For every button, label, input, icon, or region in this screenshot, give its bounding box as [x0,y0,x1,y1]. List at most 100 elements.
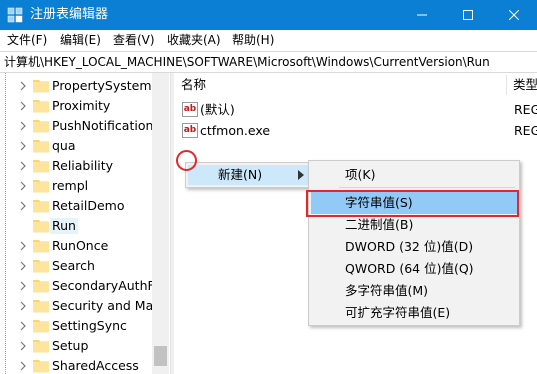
window-title: 注册表编辑器 [30,7,109,22]
chevron-right-icon[interactable] [19,261,27,271]
chevron-right-icon[interactable] [19,341,27,351]
tree-item-label: PushNotifications [52,118,152,133]
submenu-arrow-icon [298,170,304,180]
folder-icon [33,140,49,153]
folder-icon [33,280,49,293]
folder-icon [33,180,49,193]
chevron-right-icon[interactable] [19,301,27,311]
address-bar[interactable]: 计算机\HKEY_LOCAL_MACHINE\SOFTWARE\Microsof… [0,51,537,73]
tree-item-label: RetailDemo [52,198,125,213]
menu-item-label: 新建(N) [218,167,263,182]
folder-icon [33,260,49,273]
tree-item[interactable]: RetailDemo [0,196,152,216]
title-bar: 注册表编辑器 [0,0,537,30]
menu-view[interactable]: 查看(V) [113,33,155,48]
submenu-item-dword-value[interactable]: DWORD (32 位)值(D) [311,236,517,258]
folder-icon [33,240,49,253]
maximize-icon [463,10,473,20]
new-submenu: 项(K) 字符串值(S) 二进制值(B) DWORD (32 位)值(D) QW… [308,160,520,326]
tree-item[interactable]: SharedAccess [0,356,152,374]
close-icon [509,10,519,20]
minimize-button[interactable] [399,0,445,30]
chevron-right-icon[interactable] [19,281,27,291]
menu-file[interactable]: 文件(F) [7,33,47,48]
value-name: ctfmon.exe [200,123,271,138]
tree-item-label: Security and Main [52,298,152,313]
tree-item[interactable]: RunOnce [0,236,152,256]
minimize-icon [417,14,427,16]
chevron-right-icon[interactable] [19,241,27,251]
menu-favorites[interactable]: 收藏夹(A) [167,33,221,48]
chevron-right-icon[interactable] [19,201,27,211]
folder-icon [33,160,49,173]
menu-item-label: 字符串值(S) [345,195,413,210]
tree-item-run-selected[interactable]: Run [0,216,152,236]
tree-item[interactable]: rempl [0,176,152,196]
menu-item-label: 项(K) [345,167,376,182]
submenu-item-binary-value[interactable]: 二进制值(B) [311,214,517,236]
chevron-right-icon[interactable] [19,361,27,371]
menu-help[interactable]: 帮助(H) [232,33,274,48]
folder-icon [33,120,49,133]
column-header-name[interactable]: 名称 [174,73,206,97]
tree-item-label: SettingSync [52,318,127,333]
address-path[interactable]: 计算机\HKEY_LOCAL_MACHINE\SOFTWARE\Microsof… [4,55,490,70]
folder-icon [33,220,49,233]
column-header-type[interactable]: 类型 [506,73,537,97]
menu-item-label: 多字符串值(M) [345,283,429,298]
chevron-right-icon[interactable] [19,101,27,111]
tree-item[interactable]: Reliability [0,156,152,176]
menu-item-label: QWORD (64 位)值(Q) [345,261,474,276]
scrollbar-thumb[interactable] [154,346,167,366]
maximize-button[interactable] [445,0,491,30]
submenu-item-qword-value[interactable]: QWORD (64 位)值(Q) [311,258,517,280]
tree-item-label: RunOnce [52,238,109,253]
chevron-right-icon[interactable] [19,141,27,151]
folder-icon [33,360,49,373]
tree-item[interactable]: PropertySystem [0,76,152,96]
tree-item-label: Run [50,218,78,234]
menu-item-label: DWORD (32 位)值(D) [345,239,474,254]
folder-icon [33,340,49,353]
value-row[interactable]: ab ctfmon.exe REG [174,120,537,141]
chevron-right-icon[interactable] [19,181,27,191]
menu-edit[interactable]: 编辑(E) [60,33,101,48]
value-type: REG [514,102,537,117]
submenu-item-string-value[interactable]: 字符串值(S) [311,192,517,214]
key-tree: PropertySystem Proximity PushNotificatio… [0,73,170,374]
tree-item[interactable]: Proximity [0,96,152,116]
registry-editor-icon [7,7,23,23]
tree-item[interactable]: qua [0,136,152,156]
chevron-right-icon[interactable] [19,321,27,331]
menu-item-label: 可扩充字符串值(E) [345,305,451,320]
tree-item-label: PropertySystem [52,78,152,93]
tree-scrollbar[interactable] [152,73,169,374]
close-button[interactable] [491,0,537,30]
folder-icon [33,200,49,213]
tree-item[interactable]: PushNotifications [0,116,152,136]
tree-item[interactable]: SecondaryAuthFa [0,276,152,296]
value-row[interactable]: ab (默认) REG [174,99,537,120]
tree-item[interactable]: Search [0,256,152,276]
submenu-item-multi-string-value[interactable]: 多字符串值(M) [311,280,517,302]
chevron-right-icon[interactable] [19,161,27,171]
chevron-right-icon[interactable] [19,121,27,131]
tree-item[interactable]: Setup [0,336,152,356]
context-menu: 新建(N) [185,162,312,188]
tree-item-label: Proximity [52,98,111,113]
tree-item-label: rempl [52,178,89,193]
tree-item[interactable]: SettingSync [0,316,152,336]
value-name: (默认) [200,102,235,117]
submenu-item-expandable-string-value[interactable]: 可扩充字符串值(E) [311,302,517,324]
tree-item-label: Search [52,258,95,273]
folder-icon [33,320,49,333]
tree-item-label: qua [52,138,76,153]
chevron-right-icon[interactable] [19,81,27,91]
submenu-item-key[interactable]: 项(K) [311,164,517,186]
context-menu-new[interactable]: 新建(N) [188,165,309,185]
menu-bar: 文件(F) 编辑(E) 查看(V) 收藏夹(A) 帮助(H) [0,30,537,51]
tree-item-label: Reliability [52,158,114,173]
tree-item[interactable]: Security and Main [0,296,152,316]
folder-icon [33,300,49,313]
tree-item-label: SharedAccess [52,358,139,373]
